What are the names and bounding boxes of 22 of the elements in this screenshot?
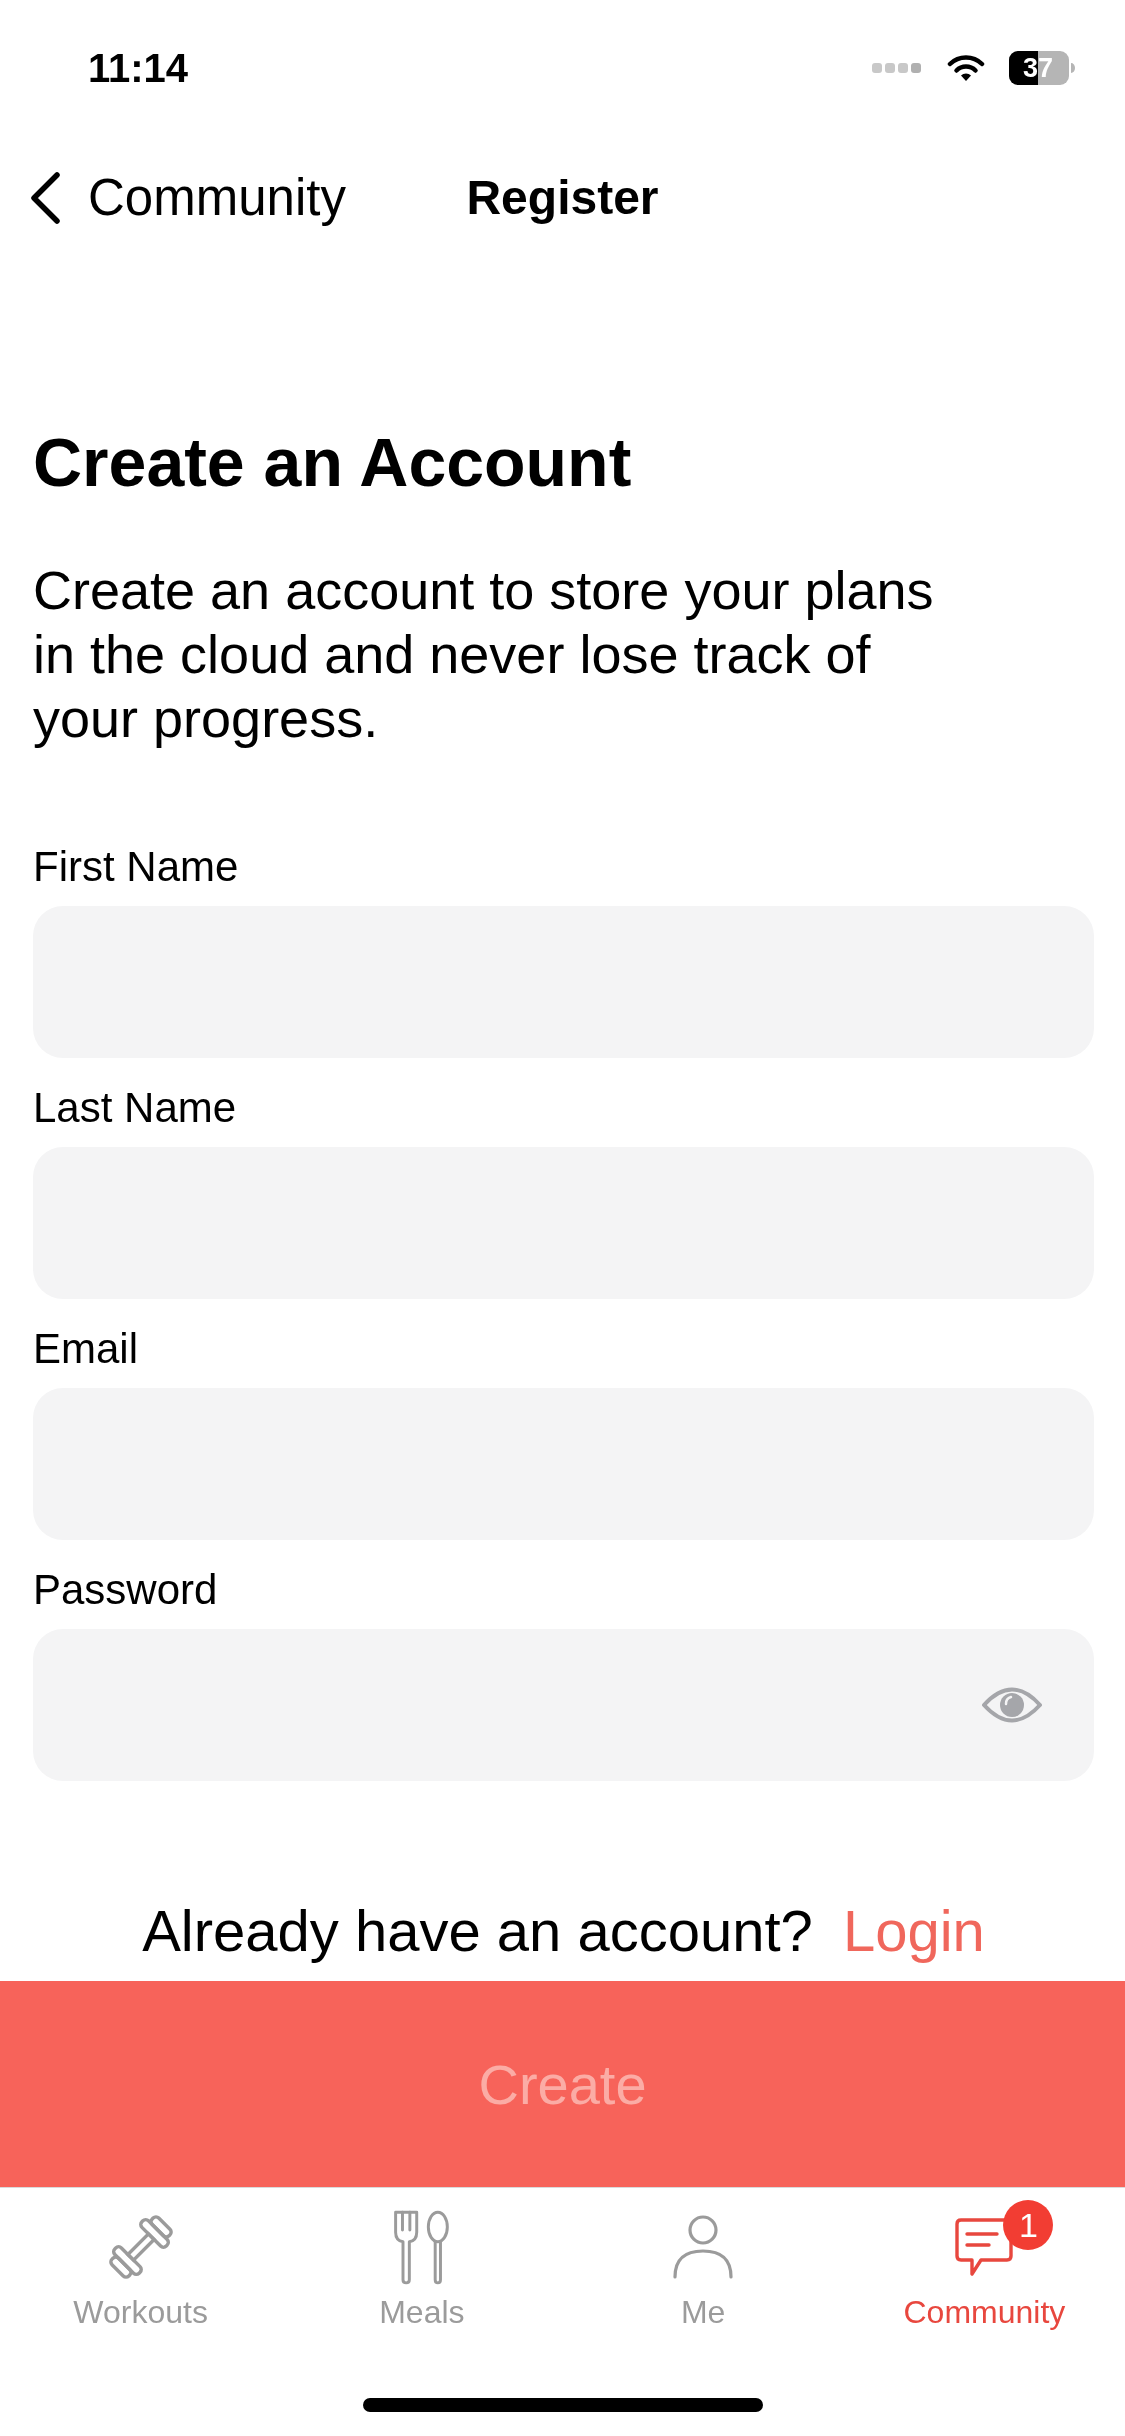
tab-bar-item[interactable]: Meals: [281, 2188, 563, 2331]
back-button[interactable]: Community: [28, 169, 346, 227]
notification-badge: 1: [1003, 2200, 1054, 2250]
wifi-icon: [947, 54, 985, 82]
tab-bar-item[interactable]: Workouts: [0, 2188, 282, 2331]
status-time: 11:14: [88, 45, 189, 91]
intro-text: Create an account to store your plans in the cloud and never lose track of your progress.: [33, 559, 935, 750]
field-label: Password: [33, 1567, 218, 1613]
page-heading: Create an Account: [33, 423, 632, 502]
field-label: First Name: [33, 844, 239, 890]
field-label: Email: [33, 1326, 139, 1372]
person-icon: [671, 2214, 736, 2280]
eye-icon[interactable]: [982, 1686, 1042, 1724]
tab-bar-item[interactable]: 1 Community: [843, 2188, 1125, 2331]
login-prompt: Already have an account?: [142, 1897, 813, 1965]
nav-title: Register: [466, 170, 659, 226]
input-field[interactable]: [33, 1629, 1094, 1781]
field-label: Last Name: [33, 1085, 237, 1131]
chevron-left-icon: [28, 171, 62, 225]
signal-icon: [871, 62, 923, 74]
tab-bar-item[interactable]: Me: [562, 2188, 844, 2331]
login-link[interactable]: Login: [842, 1897, 985, 1965]
